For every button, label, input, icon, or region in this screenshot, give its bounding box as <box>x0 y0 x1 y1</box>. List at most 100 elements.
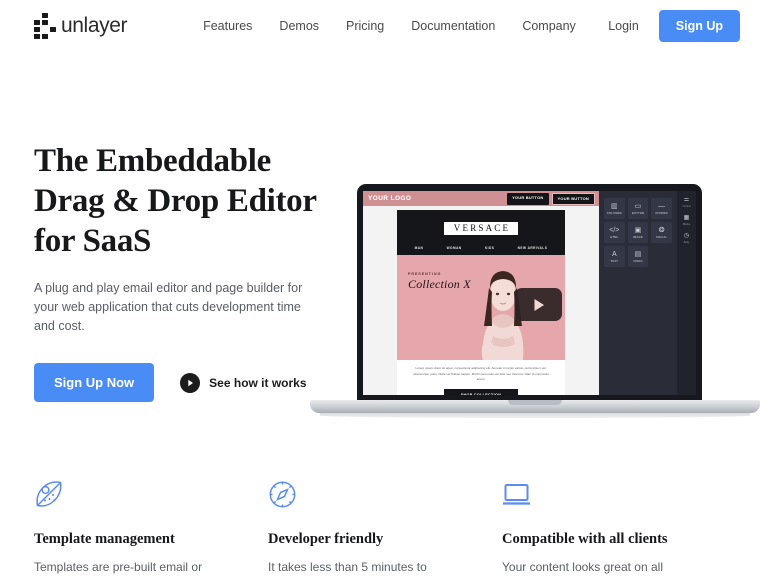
feature-title: Developer friendly <box>268 531 384 547</box>
signup-button[interactable]: Sign Up <box>658 10 740 42</box>
code-icon: </> <box>609 226 620 234</box>
tool-columns[interactable]: ▥ COLUMNS <box>604 198 625 219</box>
hero-section: The Embeddable Drag & Drop Editor for Sa… <box>0 52 770 462</box>
tool-text-label: TEXT <box>610 259 619 263</box>
brand-logo[interactable]: unlayer <box>34 13 127 39</box>
see-how-it-works-label: See how it works <box>209 375 307 390</box>
email-presenting-label: PRESENTING <box>408 272 442 276</box>
feature-template-management: Template management Templates are pre-bu… <box>34 480 268 577</box>
tool-button[interactable]: ▭ BUTTON <box>627 198 649 219</box>
page-title: The Embeddable Drag & Drop Editor for Sa… <box>34 141 330 261</box>
content-icon: ⚌ <box>683 197 690 203</box>
signup-now-button[interactable]: Sign Up Now <box>34 363 155 402</box>
tool-video-label: VIDEO <box>633 259 643 263</box>
tool-image[interactable]: ▣ IMAGE <box>627 222 649 243</box>
login-link[interactable]: Login <box>608 19 639 33</box>
editor-top-button-2[interactable]: YOUR BUTTON <box>551 192 595 205</box>
nav-link-company[interactable]: Company <box>522 19 576 33</box>
tool-divider[interactable]: — DIVIDER <box>651 198 672 219</box>
editor-main: YOUR LOGO YOUR BUTTON YOUR BUTTON VERSAC… <box>363 191 599 395</box>
email-brand: VERSACE <box>443 221 519 235</box>
editor-top-button-1[interactable]: YOUR BUTTON <box>507 192 549 205</box>
compass-icon <box>268 480 463 510</box>
laptop-screen: YOUR LOGO YOUR BUTTON YOUR BUTTON VERSAC… <box>357 184 702 404</box>
tool-social[interactable]: ❂ SOCIAL <box>651 222 672 243</box>
tool-image-label: IMAGE <box>633 235 643 239</box>
top-navbar: unlayer Features Demos Pricing Documenta… <box>0 0 770 52</box>
email-shop-button[interactable]: SHOP COLLECTION <box>444 388 518 395</box>
headline-line-2: Drag & Drop Editor <box>34 183 317 219</box>
editor-right-rail: ⚌ Content ▦ Blocks ◷ Body <box>677 191 696 395</box>
editor-app: YOUR LOGO YOUR BUTTON YOUR BUTTON VERSAC… <box>363 191 696 395</box>
feature-developer-friendly: Developer friendly It takes less than 5 … <box>268 480 502 577</box>
feature-compatible-clients: Compatible with all clients Your content… <box>502 480 736 577</box>
feature-title: Compatible with all clients <box>502 531 668 547</box>
email-header: VERSACE <box>397 210 565 242</box>
editor-tools-grid: ▥ COLUMNS ▭ BUTTON — DIVIDER </> HTML ▣ … <box>604 198 672 267</box>
nav-link-documentation[interactable]: Documentation <box>411 19 495 33</box>
laptop-icon <box>502 480 697 510</box>
divider-icon: — <box>658 202 666 210</box>
headline-line-1: The Embeddable <box>34 143 271 179</box>
rail-item-blocks[interactable]: ▦ Blocks <box>683 215 690 226</box>
play-icon <box>180 372 201 393</box>
tool-html-label: HTML <box>610 235 619 239</box>
blocks-icon: ▦ <box>683 215 690 221</box>
editor-canvas: VERSACE MAN WOMAN KIDS NEW ARRIVALS PRES… <box>363 206 599 395</box>
email-body-text: Lorem ipsum dolor sit amet, consectetur … <box>413 366 549 381</box>
editor-top-buttons: YOUR BUTTON YOUR BUTTON <box>507 192 595 205</box>
see-how-it-works-button[interactable]: See how it works <box>180 372 307 393</box>
tool-html[interactable]: </> HTML <box>604 222 625 243</box>
nav-link-demos[interactable]: Demos <box>279 19 319 33</box>
subhead-line-2: web application that cuts development ti… <box>34 300 301 333</box>
tool-columns-label: COLUMNS <box>606 211 622 215</box>
rail-content-label: Content <box>682 205 691 208</box>
editor-logo-label: YOUR LOGO <box>368 195 412 202</box>
nav-link-features[interactable]: Features <box>203 19 252 33</box>
email-hero-banner: PRESENTING Collection X <box>397 255 565 360</box>
feature-text: Your content looks great on all devices,… <box>502 560 663 574</box>
rail-item-body[interactable]: ◷ Body <box>684 233 689 244</box>
features-section: Template management Templates are pre-bu… <box>0 480 770 577</box>
email-hero-copy: PRESENTING Collection X <box>408 272 471 292</box>
brand-name: unlayer <box>61 14 128 37</box>
nav-links: Features Demos Pricing Documentation Com… <box>203 19 576 33</box>
tool-divider-label: DIVIDER <box>655 211 668 215</box>
tool-button-label: BUTTON <box>631 211 645 215</box>
palette-brush-icon <box>34 480 229 510</box>
social-icon: ❂ <box>658 226 665 234</box>
rail-item-content[interactable]: ⚌ Content <box>682 197 690 208</box>
tool-video[interactable]: ▤ VIDEO <box>627 246 649 267</box>
hero-copy: The Embeddable Drag & Drop Editor for Sa… <box>0 124 330 462</box>
product-mockup: YOUR LOGO YOUR BUTTON YOUR BUTTON VERSAC… <box>310 184 760 434</box>
email-body: Lorem ipsum dolor sit amet, consectetur … <box>397 360 565 383</box>
editor-topbar: YOUR LOGO YOUR BUTTON YOUR BUTTON <box>363 191 599 206</box>
email-nav-man[interactable]: MAN <box>415 246 424 250</box>
columns-icon: ▥ <box>611 202 618 210</box>
headline-line-3: for SaaS <box>34 223 152 259</box>
body-icon: ◷ <box>683 233 690 239</box>
rail-blocks-label: Blocks <box>682 223 691 226</box>
feature-title: Template management <box>34 531 175 547</box>
text-icon: A <box>611 250 617 258</box>
feature-text: Templates are pre-built email or landing… <box>34 560 203 574</box>
tool-text[interactable]: A TEXT <box>604 246 625 267</box>
email-nav-kids[interactable]: KIDS <box>485 246 494 250</box>
email-collection-title: Collection X <box>408 277 471 291</box>
laptop-foot <box>320 413 750 418</box>
nav-actions: Login Sign Up <box>608 10 740 42</box>
video-icon: ▤ <box>634 250 642 258</box>
laptop-frame: YOUR LOGO YOUR BUTTON YOUR BUTTON VERSAC… <box>310 184 760 434</box>
email-nav-woman[interactable]: WOMAN <box>447 246 462 250</box>
rail-body-label: Body <box>683 241 690 244</box>
hero-cta-row: Sign Up Now See how it works <box>34 363 330 402</box>
editor-tools-panel: ▥ COLUMNS ▭ BUTTON — DIVIDER </> HTML ▣ … <box>599 191 677 395</box>
feature-text: It takes less than 5 minutes to embed ou… <box>268 560 427 574</box>
tool-social-label: SOCIAL <box>655 235 668 239</box>
laptop-notch <box>508 400 562 405</box>
button-icon: ▭ <box>634 202 642 210</box>
email-video-play-icon[interactable] <box>515 288 562 321</box>
email-nav-new-arrivals[interactable]: NEW ARRIVALS <box>518 246 548 250</box>
nav-link-pricing[interactable]: Pricing <box>346 19 384 33</box>
email-nav: MAN WOMAN KIDS NEW ARRIVALS <box>397 242 565 255</box>
